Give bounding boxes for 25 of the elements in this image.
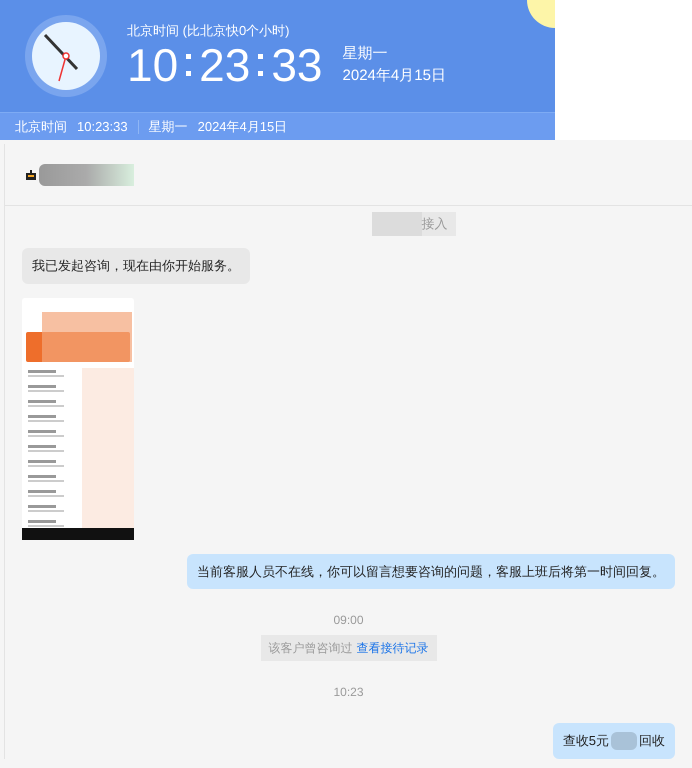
time-label: 09:00 bbox=[333, 612, 364, 629]
outgoing-message: 当前客服人员不在线，你可以留言想要咨询的问题，客服上班后将第一时间回复。 bbox=[187, 554, 675, 589]
clock-minutes: 23 bbox=[199, 40, 250, 90]
clock-colon-icon bbox=[186, 54, 192, 76]
notice-text: 接入 bbox=[422, 215, 448, 234]
robot-icon bbox=[25, 168, 37, 180]
history-link[interactable]: 查看接待记录 bbox=[356, 639, 428, 657]
bar-date: 2024年4月15日 bbox=[198, 118, 288, 136]
clock-hours: 10 bbox=[127, 40, 178, 90]
date-label: 2024年4月15日 bbox=[342, 66, 446, 86]
message-text: 查收5元 bbox=[562, 732, 609, 750]
bar-label: 北京时间 bbox=[15, 118, 67, 136]
time-label: 10:23 bbox=[333, 684, 364, 701]
clock-seconds: 33 bbox=[271, 40, 323, 90]
bar-time: 10:23:33 bbox=[77, 118, 128, 136]
weekday-label: 星期一 bbox=[342, 44, 389, 64]
clock-icon bbox=[25, 15, 107, 97]
clock-colon-icon bbox=[258, 54, 264, 76]
message-text: 回收 bbox=[639, 732, 665, 750]
screenshot-thumbnail[interactable] bbox=[22, 298, 134, 540]
clock-caption: 北京时间 (比北京快0个小时) bbox=[127, 22, 290, 40]
notice-text: 该客户曾咨询过 bbox=[268, 640, 352, 657]
redacted-block bbox=[611, 732, 637, 750]
incoming-message: 我已发起咨询，现在由你开始服务。 bbox=[22, 248, 250, 284]
bar-weekday: 星期一 bbox=[148, 118, 188, 136]
